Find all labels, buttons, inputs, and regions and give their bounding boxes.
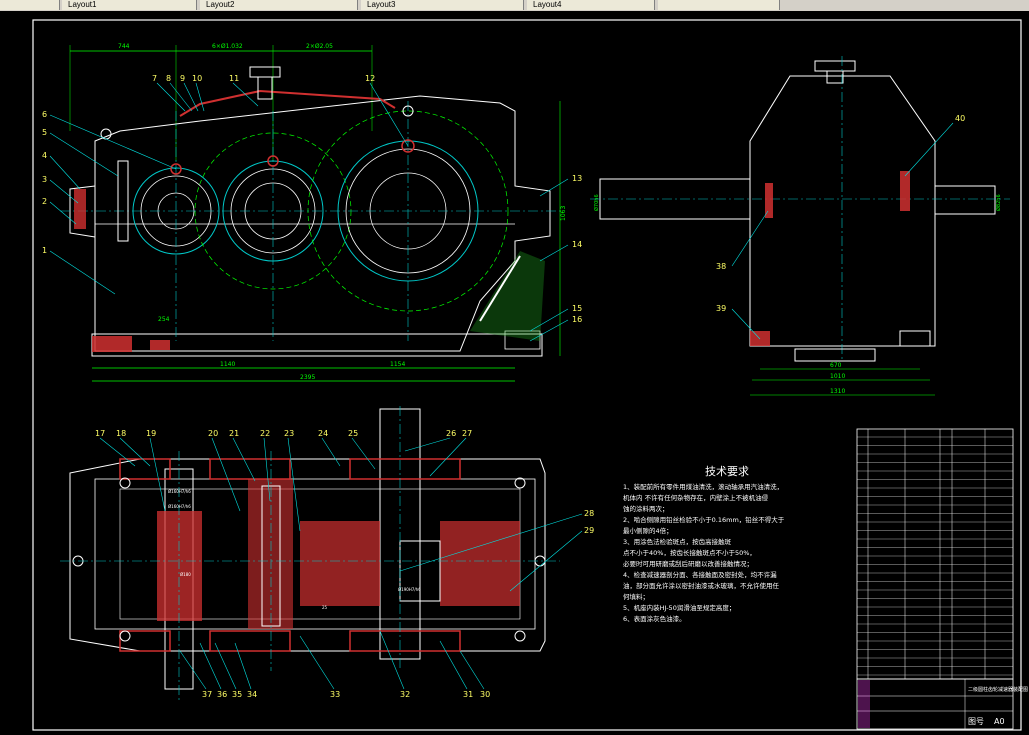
part-label: 23 (284, 429, 294, 438)
title-block: 二级圆柱齿轮减速器装配图 图号 A0 (856, 678, 1028, 730)
bottom-dim-2: 1154 (390, 361, 405, 368)
part-label: 27 (462, 429, 472, 438)
part-label: 5 (42, 128, 47, 137)
tech-req-line: 蚀的涂料两次； (623, 504, 669, 513)
tech-req-line: 油，部分面允许涂以密封油漆或水玻璃，不允许使用任 (623, 581, 780, 590)
part-label: 29 (584, 526, 594, 535)
part-label: 33 (330, 690, 340, 699)
fit-note-3: Ø180 (180, 572, 191, 577)
tech-req-line: 4、检查减速器剖分面、各接触面及密封处，均不许漏 (623, 570, 777, 579)
title-block-sheet-size: A0 (994, 717, 1005, 726)
side-view: 670 1010 1310 Ø70h6 Ø82h6 (590, 56, 1010, 396)
part-label: 1 (42, 246, 47, 255)
layout-tab-4[interactable]: Layout4 (527, 0, 655, 10)
tech-req-line: 1、装配前所有零件用煤油清洗，滚动轴承用汽油清洗， (623, 482, 783, 491)
title-block-sheet-label: 图号 (968, 717, 984, 726)
side-dim-shaft-left: Ø70h6 (593, 194, 600, 211)
tech-req-line: 3、用涂色法检验斑点，按齿高接触斑 (623, 537, 732, 546)
part-label: 2 (42, 197, 47, 206)
tech-req-line: 最小侧隙的4倍； (623, 526, 673, 535)
side-dim-shaft-right: Ø82h6 (995, 194, 1002, 211)
parts-list-table (856, 428, 1014, 680)
side-dim-1310: 1310 (830, 388, 845, 395)
tech-req-line: 6、表面涂灰色油漆。 (623, 614, 686, 623)
tech-req-line: 机体内 不许有任何杂物存在，内壁涂上不被机油侵 (623, 493, 769, 502)
bottom-dim-1: 1140 (220, 361, 235, 368)
layout-tab-3[interactable]: Layout3 (361, 0, 524, 10)
part-label: 14 (572, 240, 582, 249)
part-label: 22 (260, 429, 270, 438)
tech-req-line: 必要时可用研磨或刮后研磨以改善接触情况； (623, 559, 753, 568)
cad-drawing-canvas[interactable]: 744 6×Ø1.032 2×Ø2.05 1140 1154 2395 254 … (0, 11, 1029, 735)
part-label: 30 (480, 690, 490, 699)
part-label: 21 (229, 429, 239, 438)
model-tab[interactable] (0, 0, 60, 10)
fit-note-5: 25 (322, 605, 328, 610)
part-label: 9 (180, 74, 185, 83)
tech-req-line: 5、机座内装HJ-50润滑油至规定高度； (623, 603, 735, 612)
side-dim-1010: 1010 (830, 373, 845, 380)
part-label: 34 (247, 690, 257, 699)
tech-req-line: 点不小于40%，按齿长接触斑点不小于50%， (623, 548, 756, 557)
part-label: 37 (202, 690, 212, 699)
height-dim: 1063 (560, 206, 567, 221)
fit-note-2: Ø160H7/h6 (168, 504, 191, 509)
part-label: 25 (348, 429, 358, 438)
part-label: 6 (42, 110, 47, 119)
part-label: 3 (42, 175, 47, 184)
part-label: 15 (572, 304, 582, 313)
part-label: 28 (584, 509, 594, 518)
part-label: 8 (166, 74, 171, 83)
part-label: 16 (572, 315, 582, 324)
part-label: 24 (318, 429, 328, 438)
part-label: 40 (955, 114, 965, 123)
part-label: 13 (572, 174, 582, 183)
part-label: 32 (400, 690, 410, 699)
part-label: 12 (365, 74, 375, 83)
fit-note-1: Ø160H7/h6 (168, 489, 191, 494)
part-label: 26 (446, 429, 456, 438)
layout-tab-5[interactable] (658, 0, 780, 10)
top-dim-3: 2×Ø2.05 (306, 43, 333, 50)
side-view-part-labels: 40 38 39 (716, 114, 965, 313)
tech-req-line: 2、啮合侧隙用铅丝检验不小于0.16mm，铅丝不得大于 (623, 515, 785, 524)
front-view: 744 6×Ø1.032 2×Ø2.05 1140 1154 2395 254 … (60, 43, 567, 382)
layout-tab-2[interactable]: Layout2 (200, 0, 358, 10)
part-label: 4 (42, 151, 47, 160)
layout-tab-1[interactable]: Layout1 (62, 0, 197, 10)
part-label: 11 (229, 74, 239, 83)
side-dim-670: 670 (830, 362, 842, 369)
fit-note-4: Ø190H7/h6 (398, 587, 421, 592)
technical-requirements: 技术要求 1、装配前所有零件用煤油清洗，滚动轴承用汽油清洗， 机体内 不许有任何… (623, 465, 785, 623)
part-label: 10 (192, 74, 202, 83)
part-label: 19 (146, 429, 156, 438)
bottom-dim-3: 2395 (300, 374, 315, 381)
assembly-drawing: 744 6×Ø1.032 2×Ø2.05 1140 1154 2395 254 … (32, 19, 1028, 731)
part-label: 31 (463, 690, 473, 699)
tech-req-title: 技术要求 (705, 465, 749, 478)
part-label: 20 (208, 429, 218, 438)
part-label: 35 (232, 690, 242, 699)
title-block-drawing-title: 二级圆柱齿轮减速器装配图 (968, 686, 1028, 693)
top-view: Ø160H7/h6 Ø160H7/h6 Ø180 Ø190H7/h6 25 (60, 406, 560, 701)
side-view-leaders (731, 122, 954, 340)
top-dim-1: 744 (118, 43, 130, 50)
left-small-dim: 254 (158, 316, 170, 323)
part-label: 36 (217, 690, 227, 699)
drawing-frame (32, 19, 1022, 731)
part-label: 17 (95, 429, 105, 438)
part-label: 18 (116, 429, 126, 438)
tech-req-line: 何填料； (623, 592, 649, 601)
part-label: 7 (152, 74, 157, 83)
part-label: 39 (716, 304, 726, 313)
part-label: 38 (716, 262, 726, 271)
top-dim-2: 6×Ø1.032 (212, 43, 243, 50)
